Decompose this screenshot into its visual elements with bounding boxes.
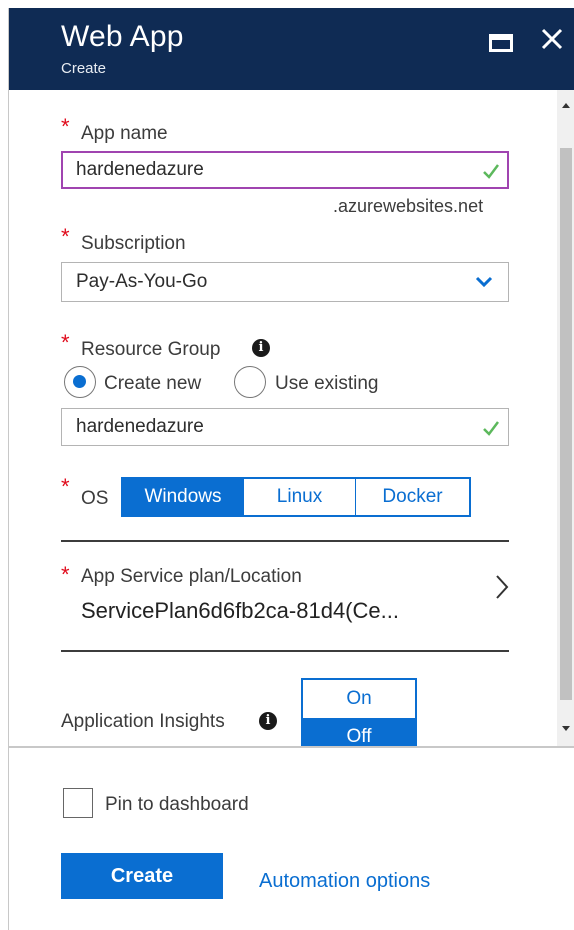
maximize-icon[interactable] bbox=[487, 30, 515, 54]
pin-to-dashboard-checkbox[interactable] bbox=[63, 788, 93, 818]
os-label: OS bbox=[81, 488, 109, 509]
required-marker: * bbox=[61, 562, 70, 587]
create-new-radio[interactable] bbox=[64, 366, 96, 398]
subscription-label: Subscription bbox=[81, 233, 186, 254]
resource-group-label: Resource Group bbox=[81, 339, 221, 360]
scrollbar[interactable] bbox=[557, 90, 574, 746]
required-marker: * bbox=[61, 114, 70, 139]
resource-group-input[interactable]: hardenedazure bbox=[61, 408, 509, 446]
required-marker: * bbox=[61, 224, 70, 249]
footer-divider bbox=[9, 746, 574, 748]
required-marker: * bbox=[61, 474, 70, 499]
os-selector: Windows Linux Docker bbox=[121, 477, 471, 517]
blade-subtitle: Create bbox=[61, 60, 107, 77]
use-existing-label: Use existing bbox=[275, 373, 379, 394]
create-new-label: Create new bbox=[104, 373, 202, 394]
use-existing-radio[interactable] bbox=[234, 366, 266, 398]
scroll-up-icon[interactable] bbox=[560, 98, 572, 112]
subscription-dropdown[interactable]: Pay-As-You-Go bbox=[61, 262, 509, 302]
info-icon[interactable]: i bbox=[252, 339, 270, 357]
blade-title: Web App bbox=[61, 20, 184, 53]
resource-group-valid-icon bbox=[483, 421, 499, 436]
app-insights-label: Application Insights bbox=[61, 711, 225, 732]
scroll-down-icon[interactable] bbox=[560, 722, 572, 736]
app-name-label: App name bbox=[81, 123, 168, 144]
web-app-create-blade: Web App Create * App name hardenedazure … bbox=[8, 8, 574, 930]
info-icon[interactable]: i bbox=[259, 712, 277, 730]
create-button[interactable]: Create bbox=[61, 853, 223, 899]
form-scroll-area: * App name hardenedazure .azurewebsites.… bbox=[9, 90, 574, 746]
subscription-value: Pay-As-You-Go bbox=[76, 271, 208, 292]
os-option-linux[interactable]: Linux bbox=[243, 479, 355, 515]
divider bbox=[61, 540, 509, 542]
divider bbox=[61, 650, 509, 652]
required-marker: * bbox=[61, 330, 70, 355]
service-plan-label: App Service plan/Location bbox=[81, 566, 302, 587]
pin-to-dashboard-label: Pin to dashboard bbox=[105, 794, 249, 815]
app-insights-toggle: On Off bbox=[301, 678, 417, 746]
app-name-valid-icon bbox=[483, 164, 499, 179]
close-icon[interactable] bbox=[537, 22, 567, 56]
scroll-thumb[interactable] bbox=[560, 148, 572, 700]
app-insights-off[interactable]: Off bbox=[303, 718, 415, 746]
os-option-docker[interactable]: Docker bbox=[355, 479, 469, 515]
domain-suffix: .azurewebsites.net bbox=[333, 196, 484, 216]
automation-options-link[interactable]: Automation options bbox=[259, 870, 430, 893]
blade-header: Web App Create bbox=[9, 8, 574, 90]
service-plan-row[interactable] bbox=[55, 550, 515, 642]
chevron-down-icon bbox=[475, 276, 493, 288]
app-name-input[interactable]: hardenedazure bbox=[61, 151, 509, 189]
os-option-windows[interactable]: Windows bbox=[123, 479, 243, 515]
app-insights-on[interactable]: On bbox=[303, 680, 415, 718]
chevron-right-icon bbox=[496, 575, 509, 599]
service-plan-value: ServicePlan6d6fb2ca-81d4(Ce... bbox=[81, 598, 399, 623]
